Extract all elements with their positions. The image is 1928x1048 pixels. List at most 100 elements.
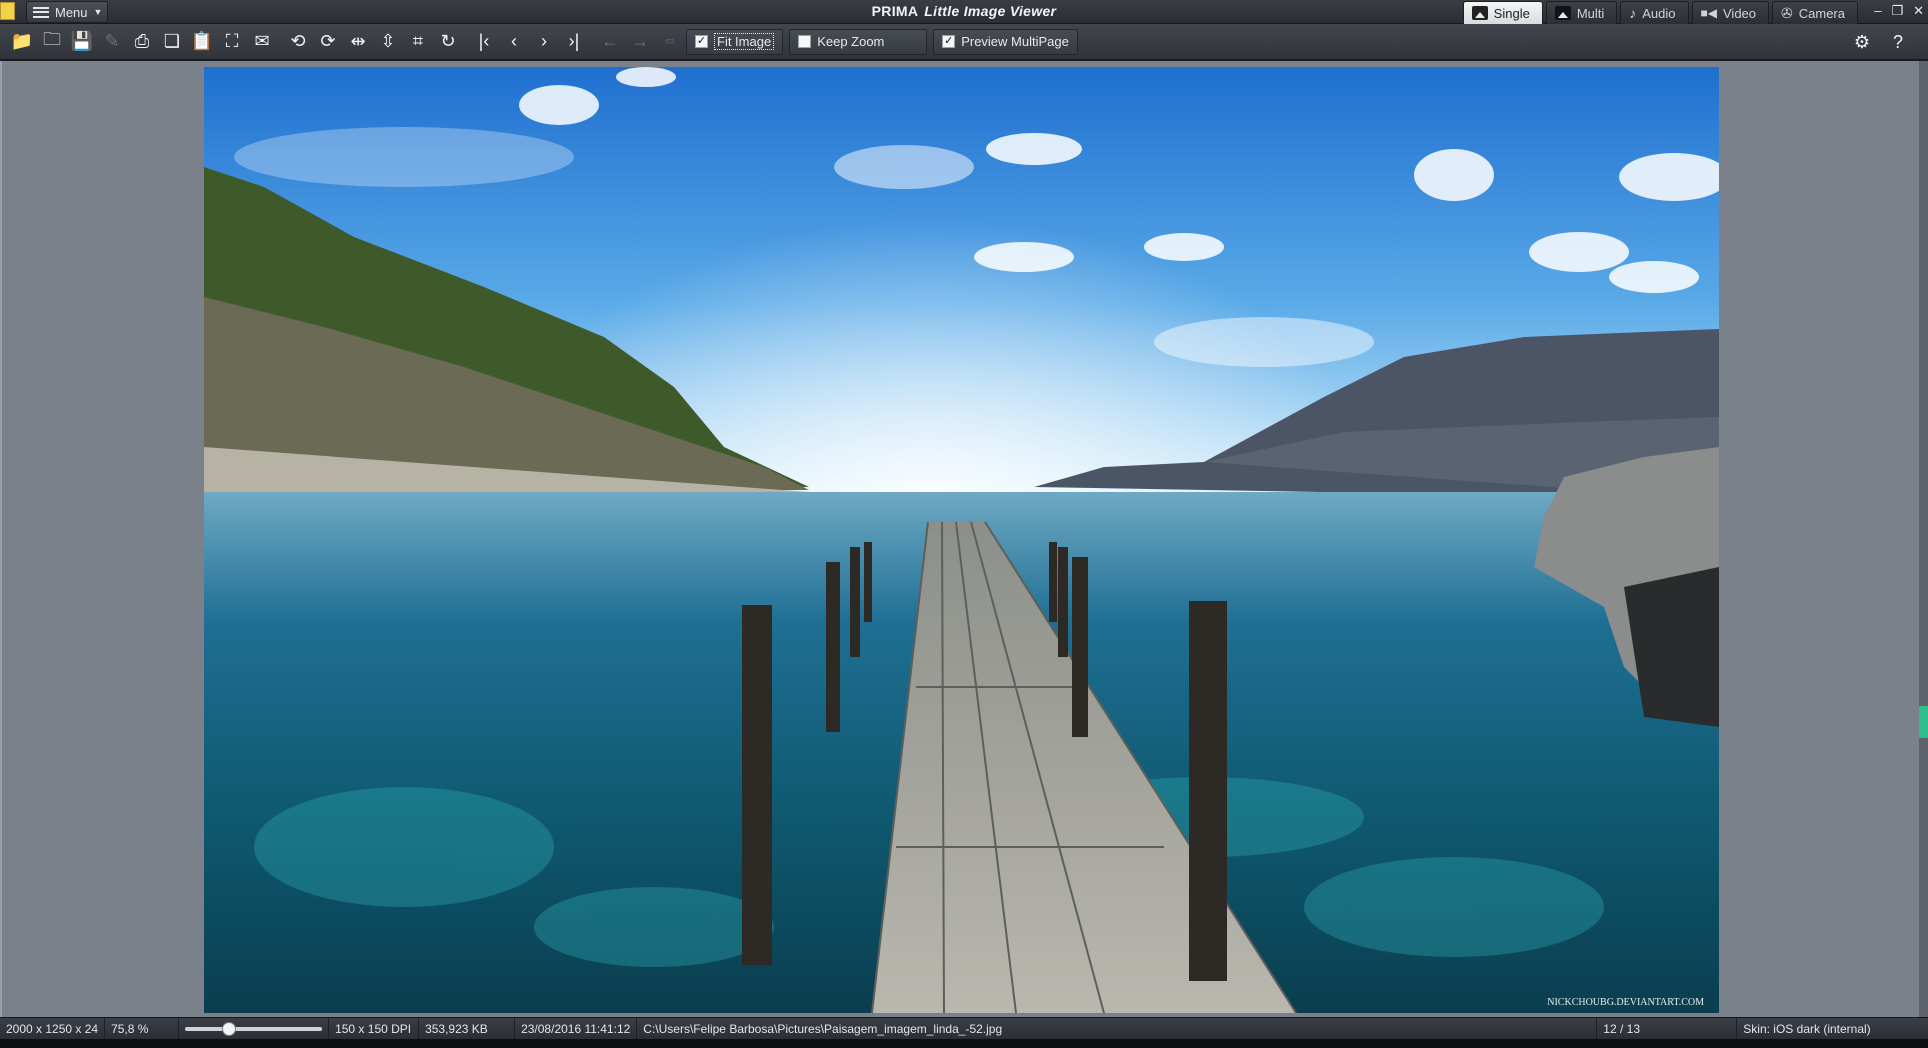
file-size: 353,923 KB	[419, 1017, 516, 1040]
toolbar: 📁 🗀 💾 ✎ ⎙ ❏ 📋 ⛶ ✉ ⟲ ⟳ ⇹ ⇳ ⌗ ↻ |‹ ‹ › ›| …	[0, 24, 1928, 60]
skip-last-icon: ›|	[568, 31, 580, 51]
printer-icon: ⎙	[134, 31, 150, 51]
preview-multipage-toggle[interactable]: ✓ Preview MultiPage	[933, 28, 1078, 55]
help-button[interactable]: ?	[1884, 28, 1912, 56]
zoom-track[interactable]	[185, 1026, 323, 1031]
image-position: 12 / 13	[1597, 1017, 1738, 1040]
toolbar-right: ⚙ ?	[1848, 28, 1914, 56]
music-note-icon: ♪	[1629, 5, 1637, 21]
settings-button[interactable]: ⚙	[1848, 28, 1876, 56]
copy-icon: ❏	[163, 31, 181, 51]
email-button[interactable]: ✉	[248, 28, 276, 56]
envelope-icon: ✉	[254, 31, 270, 51]
first-image-button[interactable]: |‹	[470, 28, 498, 56]
image-icon	[1471, 6, 1488, 20]
image-canvas[interactable]: NICKCHOUBG.DEVIANTART.COM	[0, 61, 1928, 1017]
rotate-left-button[interactable]: ⟲	[284, 28, 312, 56]
mode-tabs: Single Multi ♪ Audio ■◀ Video ✇ Camera	[1462, 1, 1858, 24]
tab-single[interactable]: Single	[1462, 1, 1543, 24]
floppy-disk-icon: 💾	[70, 31, 94, 51]
image-dpi: 150 x 150 DPI	[329, 1017, 420, 1040]
restore-icon[interactable]: ❐	[1891, 3, 1903, 19]
keep-zoom-toggle[interactable]: Keep Zoom	[789, 28, 928, 55]
folder-icon: 📁	[10, 31, 34, 51]
help-icon: ?	[1892, 31, 1903, 52]
file-datetime: 23/08/2016 11:41:12	[515, 1017, 638, 1040]
image-dimensions: 2000 x 1250 x 24	[0, 1017, 106, 1040]
scrollbar-thumb[interactable]	[1919, 706, 1928, 738]
keep-zoom-label: Keep Zoom	[817, 34, 885, 49]
vertical-scrollbar[interactable]	[1919, 61, 1928, 1017]
previous-image-button[interactable]: ‹	[500, 28, 528, 56]
fit-image-checkbox[interactable]: ✓	[695, 35, 708, 48]
app-name: PRIMA	[871, 3, 919, 19]
refresh-button[interactable]: ↻	[434, 28, 462, 56]
hamburger-icon	[33, 6, 49, 18]
next-image-button[interactable]: ›	[530, 28, 558, 56]
app-subtitle: Little Image Viewer	[924, 3, 1057, 19]
crop-button[interactable]: ⌗	[404, 28, 432, 56]
last-image-button[interactable]: ›|	[560, 28, 588, 56]
tab-camera[interactable]: ✇ Camera	[1772, 1, 1858, 24]
app-icon[interactable]	[0, 2, 15, 20]
video-camera-icon: ■◀	[1700, 6, 1717, 20]
crop-icon: ⌗	[412, 31, 424, 51]
tab-single-label: Single	[1493, 5, 1530, 21]
redo-button[interactable]: →	[626, 28, 654, 56]
arrow-right-icon: →	[631, 31, 649, 51]
file-path: C:\Users\Felipe Barbosa\Pictures\Paisage…	[637, 1017, 1598, 1040]
tab-audio[interactable]: ♪ Audio	[1620, 1, 1689, 24]
flip-vertical-button[interactable]: ⇳	[374, 28, 402, 56]
paste-button[interactable]: 📋	[188, 28, 216, 56]
fit-image-toggle[interactable]: ✓ Fit Image	[686, 28, 784, 55]
chevron-left-icon: ‹	[511, 31, 517, 51]
flip-vertical-icon: ⇳	[380, 31, 396, 51]
rotate-right-button[interactable]: ⟳	[314, 28, 342, 56]
slideshow-icon: ▭	[665, 36, 675, 47]
zoom-percent: 75,8 %	[105, 1017, 180, 1040]
gear-icon: ⚙	[1853, 31, 1871, 52]
title-bar: Menu ▼ PRIMA Little Image Viewer Single M…	[0, 0, 1928, 24]
minimize-icon[interactable]: –	[1874, 3, 1881, 19]
window-controls: – ❐ ✕	[1874, 3, 1924, 19]
rotate-left-icon: ⟲	[290, 31, 306, 51]
undo-button[interactable]: ←	[596, 28, 624, 56]
landscape-photo: NICKCHOUBG.DEVIANTART.COM	[204, 67, 1719, 1013]
tab-camera-label: Camera	[1798, 5, 1845, 21]
tab-video-label: Video	[1723, 5, 1757, 21]
image-watermark: NICKCHOUBG.DEVIANTART.COM	[1547, 997, 1704, 1008]
menu-button[interactable]: Menu ▼	[26, 1, 108, 23]
displayed-image[interactable]: NICKCHOUBG.DEVIANTART.COM	[204, 67, 1719, 1013]
slideshow-button[interactable]: ▭	[656, 28, 684, 56]
images-icon	[1554, 6, 1571, 20]
zoom-knob[interactable]	[221, 1021, 236, 1036]
aperture-icon: ✇	[1781, 4, 1793, 21]
print-button[interactable]: ⎙	[128, 28, 156, 56]
pencil-icon: ✎	[104, 31, 120, 51]
tab-multi-label: Multi	[1576, 5, 1605, 21]
fullscreen-icon: ⛶	[225, 31, 239, 51]
keep-zoom-checkbox[interactable]	[798, 35, 812, 48]
preview-multipage-label: Preview MultiPage	[961, 34, 1069, 49]
preview-multipage-checkbox[interactable]: ✓	[942, 35, 956, 48]
save-button[interactable]: 💾	[68, 28, 96, 56]
arrow-left-icon: ←	[601, 31, 619, 51]
refresh-icon: ↻	[440, 31, 456, 51]
chevron-down-icon: ▼	[93, 7, 103, 17]
copy-button[interactable]: ❏	[158, 28, 186, 56]
rotate-right-icon: ⟳	[320, 31, 336, 51]
fullscreen-button[interactable]: ⛶	[218, 28, 246, 56]
open-favorites-button[interactable]: 🗀	[38, 28, 66, 56]
flip-horizontal-icon: ⇹	[350, 31, 366, 51]
tab-audio-label: Audio	[1642, 5, 1676, 21]
close-icon[interactable]: ✕	[1913, 3, 1924, 19]
fit-image-label: Fit Image	[714, 33, 775, 50]
open-folder-button[interactable]: 📁	[8, 28, 36, 56]
zoom-slider[interactable]	[179, 1017, 330, 1040]
taskbar-strip	[0, 1039, 1928, 1048]
chevron-right-icon: ›	[541, 31, 547, 51]
tab-video[interactable]: ■◀ Video	[1691, 1, 1770, 24]
flip-horizontal-button[interactable]: ⇹	[344, 28, 372, 56]
tab-multi[interactable]: Multi	[1545, 1, 1618, 24]
edit-button[interactable]: ✎	[98, 28, 126, 56]
